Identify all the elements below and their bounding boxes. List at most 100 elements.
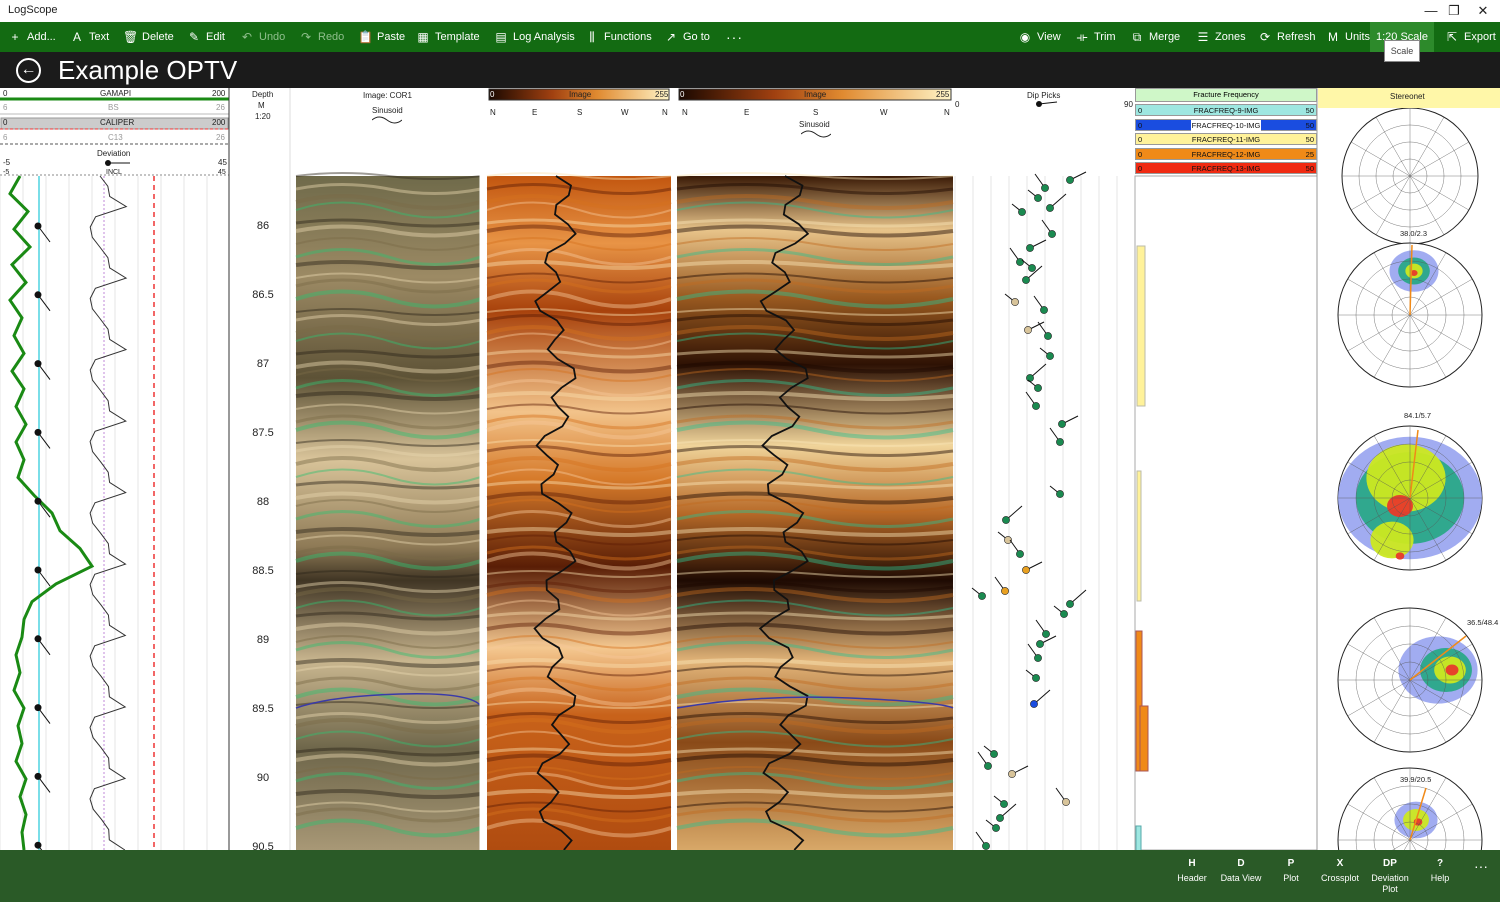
incl-max: 45 [218,169,226,176]
redo-button-label: Redo [318,31,345,43]
page-title: Example OPTV [58,55,238,85]
incl-name: INCL [106,169,122,176]
plot-button[interactable]: P Plot [1266,858,1316,884]
template-button[interactable]: ▦ Template [416,22,479,52]
redo-button[interactable]: ↷ Redo [299,22,344,52]
dip-tadpole [1030,700,1038,708]
depth-header[interactable]: Depth M 1:20 [230,88,290,176]
image3-sinusoid: Sinusoid [799,120,830,129]
track1-header[interactable]: 0 GAMAPI 200 6 BS 26 0 CALIPER 200 6 C13… [0,88,229,176]
dip-tadpole [992,824,1000,832]
dip-tadpole [1008,770,1016,778]
stereonet-label-1: 38.0/2.3 [1400,229,1428,238]
add-button[interactable]: + Add... [8,22,55,52]
sinusoid-icon [372,116,402,124]
more-button[interactable]: ··· [726,22,743,52]
deviation-min: -5 [3,158,11,167]
image2-max: 255 [655,90,669,99]
depth-title: Depth [252,90,274,99]
image3-dir-w: W [880,108,888,117]
dip-tadpole [1026,244,1034,252]
fracture-row[interactable]: 0 FRACFREQ-12-IMG 25 [1135,147,1317,160]
dip-tadpole [1044,332,1052,340]
delete-icon: 🗑 [123,30,139,44]
image2-dir-s: S [577,108,583,117]
back-arrow-icon[interactable]: ← [16,58,41,83]
stereonet-label-2: 84.1/5.7 [1404,411,1432,420]
functions-icon: ⫼ [589,29,595,44]
export-button[interactable]: ⇱ Export [1445,22,1496,52]
paste-button[interactable]: 📋 Paste [358,22,405,52]
fracture-row-max: 50 [1305,135,1314,144]
dip-tadpole [1048,230,1056,238]
dip-tadpole [1066,176,1074,184]
image3-label: Image [804,90,827,99]
plot-button-label: Plot [1283,873,1299,883]
fracture-row-max: 25 [1305,149,1314,159]
depth-label: 89.5 [252,703,274,715]
dip-tadpole [1034,194,1042,202]
fracture-frequency-header[interactable]: Fracture Frequency 0 FRACFREQ-9-IMG 50 0 FRA… [1135,88,1317,176]
text-button[interactable]: A Text [70,22,109,52]
c13-min: 6 [3,133,8,142]
help-button-key: ? [1436,858,1444,869]
dip-picks-min: 0 [955,100,960,109]
delete-button[interactable]: 🗑 Delete [123,22,174,52]
fracture-row[interactable]: 0 FRACFREQ-13-IMG 50 [1135,162,1317,174]
crossplot-button[interactable]: X Crossplot [1315,858,1365,884]
image3-dir-s: S [813,108,819,117]
fracture-row-name: FRACFREQ-12-IMG [1191,149,1261,159]
crossplot-button-key: X [1336,858,1344,869]
fracture-bar-11b [1136,470,1142,602]
refresh-button[interactable]: ⟳ Refresh [1258,22,1316,52]
stereonet-2-contour [1387,494,1413,518]
stereonet-header[interactable]: Stereonet [1318,88,1500,108]
incl-min: -5 [3,169,10,176]
plot-button-key: P [1287,858,1295,869]
fracture-row[interactable]: 0 FRACFREQ-9-IMG 50 [1135,104,1317,116]
image2-header[interactable]: Image 0 255 N E S W N [487,88,671,176]
bs-max: 26 [216,103,225,112]
deviation-plot-button[interactable]: DP Deviation Plot [1365,858,1415,895]
units-button[interactable]: M Units [1326,22,1370,52]
merge-button-label: Merge [1149,31,1181,43]
dip-tadpole [1002,516,1010,524]
dip-tadpole [1001,587,1009,595]
dip-tadpole [1032,674,1040,682]
fracture-row[interactable]: 0 FRACFREQ-10-IMG 50 [1135,118,1317,132]
dip-tadpole [1046,204,1054,212]
header-button[interactable]: H Header [1167,858,1217,884]
image3-header[interactable]: Image 0 255 N E S W N Sinusoid [677,88,953,176]
dip-tadpole [1041,184,1049,192]
dip-tadpole [978,592,986,600]
undo-button[interactable]: ↶ Undo [240,22,285,52]
help-button[interactable]: ? Help [1415,858,1465,884]
text-button-label: Text [89,31,110,43]
help-button-label: Help [1430,873,1450,883]
dip-picks-header[interactable]: Dip Picks 0 90 [955,88,1135,176]
data-view-button[interactable]: D Data View [1216,858,1266,884]
fracture-track-bg [1134,175,1318,850]
scale-tooltip: Scale [1384,40,1420,62]
bs-min: 6 [3,103,8,112]
log-analysis-button[interactable]: ▤ Log Analysis [494,22,574,52]
trim-button[interactable]: ⟛ Trim [1075,22,1116,52]
window-title: LogScope [8,4,58,16]
edit-button[interactable]: ✎ Edit [187,22,225,52]
paste-icon: 📋 [358,30,373,44]
goto-button[interactable]: ↗ Go to [664,22,710,52]
gamapi-name: GAMAPI [100,89,132,98]
view-button[interactable]: ◉ View [1018,22,1061,52]
c13-max: 26 [216,133,225,142]
fracture-row[interactable]: 0 FRACFREQ-11-IMG 50 [1135,133,1317,145]
zones-button[interactable]: ☰ Zones [1196,22,1246,52]
merge-button[interactable]: ⧉ Merge [1130,22,1180,52]
image2-dir-w: W [621,108,629,117]
redo-icon: ↷ [300,30,312,44]
image1-header[interactable]: Image: COR1 Sinusoid [296,88,481,176]
fracture-row-name: FRACFREQ-11-IMG [1191,135,1261,144]
functions-button[interactable]: ⫼ Functions [585,22,651,52]
bottom-more-button[interactable]: ··· [1474,858,1488,874]
close-window-button[interactable]: ✕ [1460,0,1500,22]
gamapi-max: 200 [212,89,226,98]
